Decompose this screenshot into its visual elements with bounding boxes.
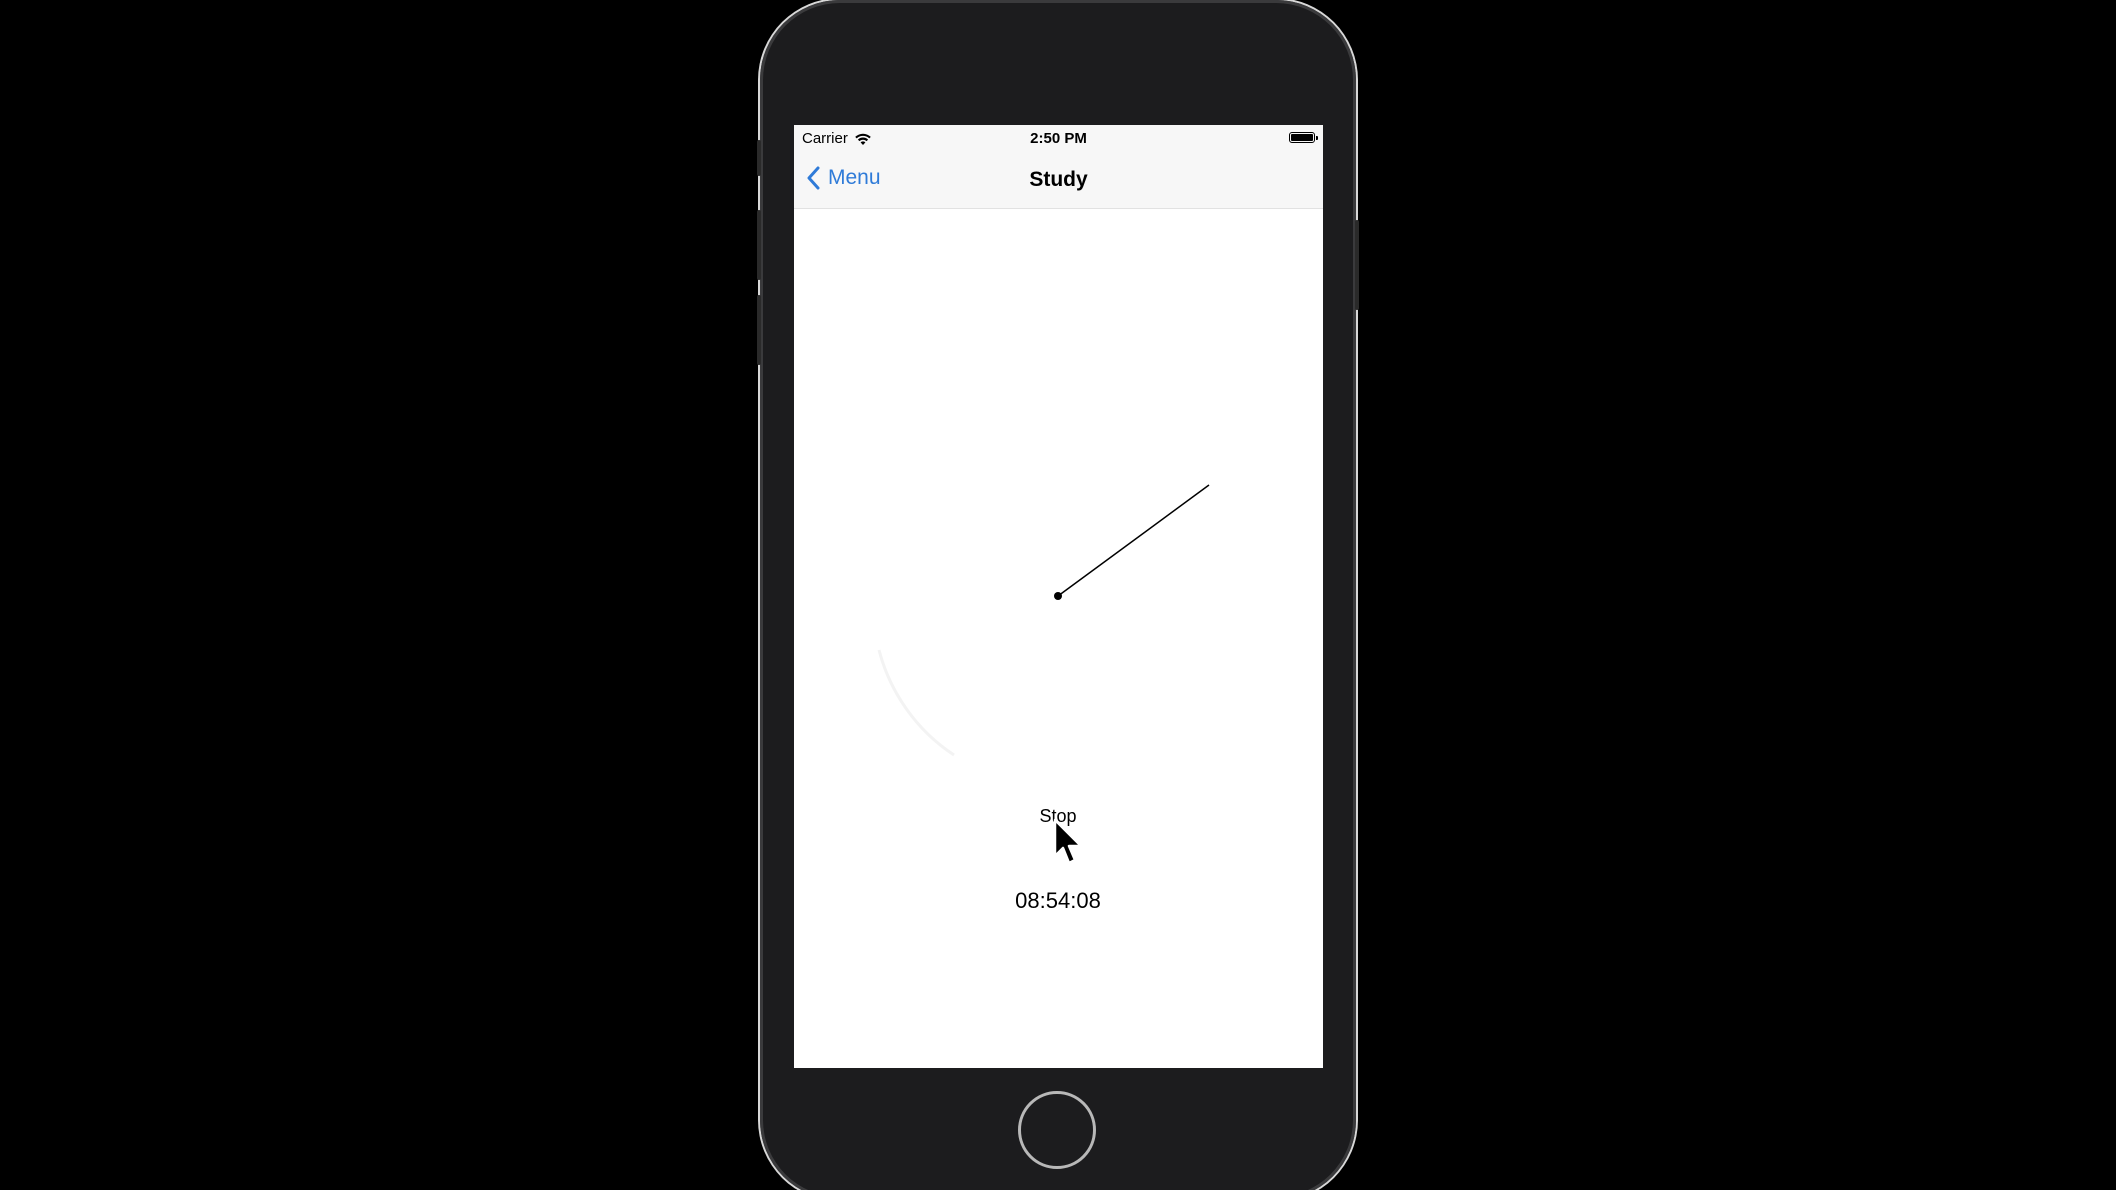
power-button bbox=[1355, 220, 1359, 310]
stop-button[interactable]: Stop bbox=[1008, 806, 1108, 827]
dial-hand bbox=[1057, 484, 1210, 597]
study-dial bbox=[877, 484, 1210, 757]
volume-down-button bbox=[757, 295, 761, 365]
app-screen: Carrier 2:50 PM Menu Study Stop 08:54:08 bbox=[794, 125, 1323, 1068]
mute-switch bbox=[757, 140, 761, 176]
simulator-stage: Carrier 2:50 PM Menu Study Stop 08:54:08 bbox=[0, 0, 2116, 1190]
dial-center-dot bbox=[1054, 592, 1062, 600]
volume-up-button bbox=[757, 210, 761, 280]
dial-arc bbox=[877, 649, 955, 757]
elapsed-timer: 08:54:08 bbox=[1015, 888, 1101, 913]
home-button[interactable] bbox=[1018, 1091, 1096, 1169]
